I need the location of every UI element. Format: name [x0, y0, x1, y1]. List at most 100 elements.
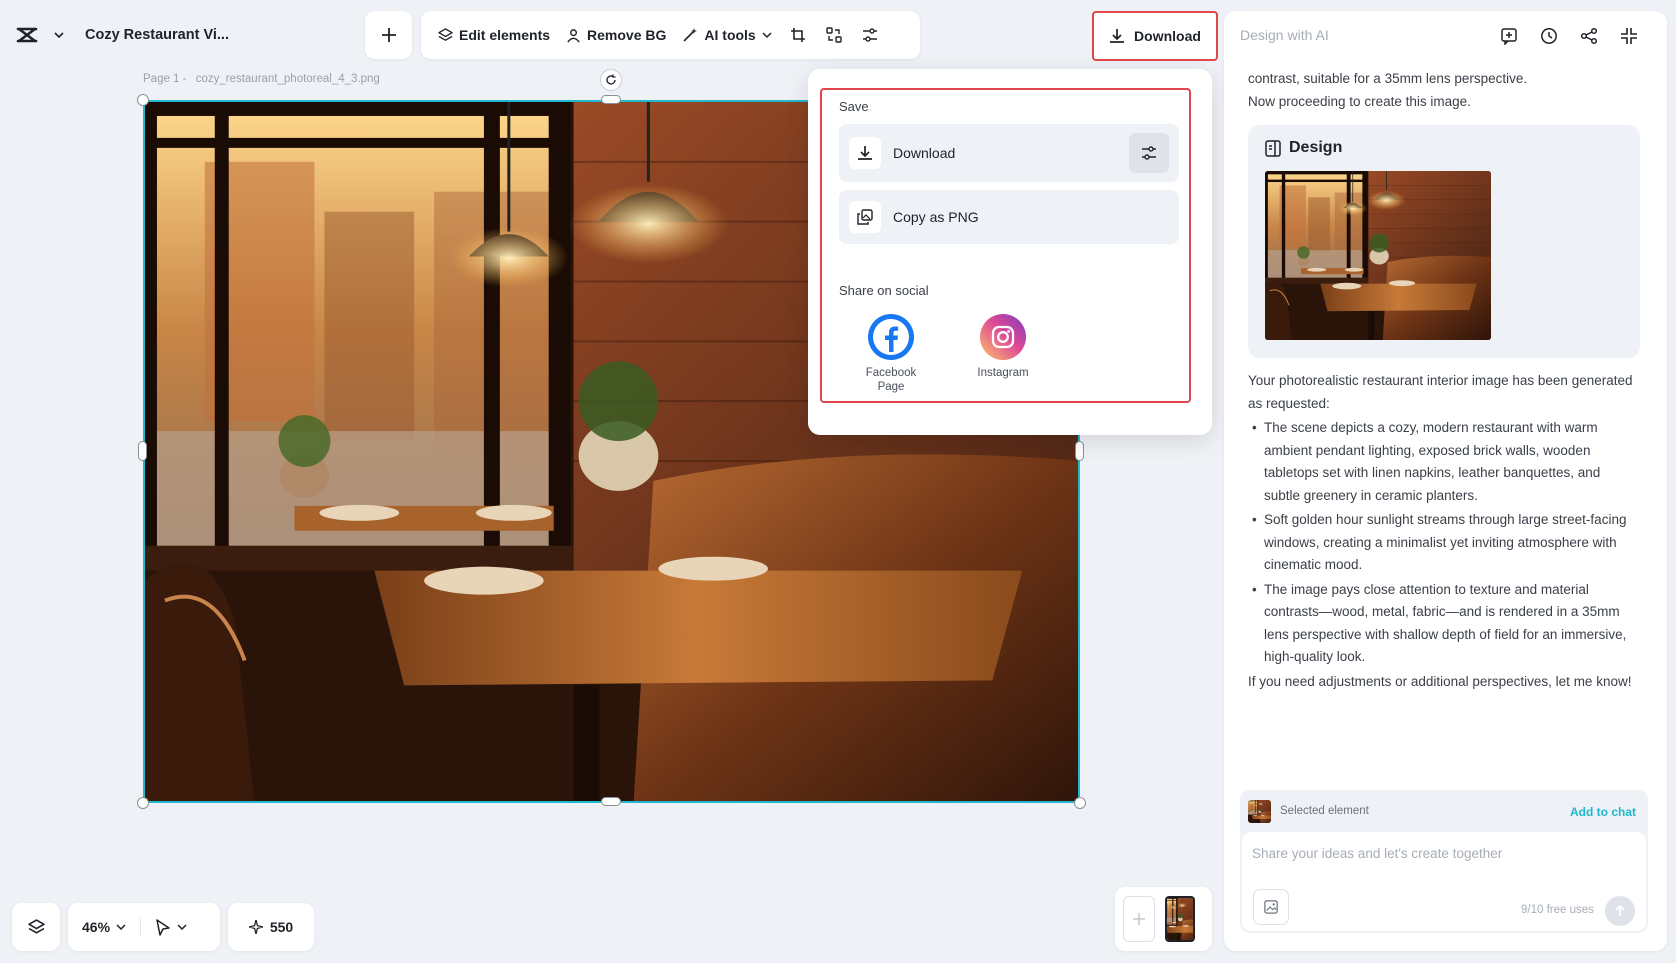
magic-wand-icon — [682, 27, 698, 43]
sliders-icon — [1141, 145, 1157, 161]
zoom-level[interactable]: 46% — [82, 919, 110, 935]
clock-icon — [1540, 27, 1558, 45]
list-item: Soft golden hour sunlight streams throug… — [1252, 509, 1638, 577]
ai-panel-title[interactable]: Design with AI — [1240, 27, 1329, 43]
ai-bullet-list: The scene depicts a cozy, modern restaur… — [1248, 417, 1638, 669]
chevron-down-icon — [54, 31, 64, 39]
copy-as-png-option[interactable]: Copy as PNG — [839, 190, 1179, 244]
resize-handle-left[interactable] — [138, 441, 147, 461]
add-page-button[interactable] — [1123, 896, 1155, 942]
collapse-panel-button[interactable] — [1615, 22, 1643, 50]
chat-input[interactable] — [1252, 846, 1632, 861]
design-icon — [1265, 139, 1281, 157]
ai-chat-messages: contrast, suitable for a 35mm lens persp… — [1248, 68, 1640, 693]
pointer-icon[interactable] — [155, 918, 171, 936]
design-thumbnail[interactable] — [1265, 171, 1491, 340]
design-card-header: Design — [1265, 139, 1623, 157]
ai-message-line: contrast, suitable for a 35mm lens persp… — [1248, 71, 1528, 86]
ai-summary: Your photorealistic restaurant interior … — [1248, 373, 1633, 411]
copy-image-icon — [849, 201, 881, 233]
project-title[interactable]: Cozy Restaurant Vi... — [85, 27, 229, 43]
facebook-icon — [868, 314, 914, 360]
new-chat-icon — [1500, 27, 1518, 45]
arrow-up-icon — [1614, 905, 1626, 917]
share-facebook-button[interactable]: Facebook Page — [851, 314, 931, 394]
download-icon — [1109, 28, 1125, 44]
free-uses-counter: 9/10 free uses — [1521, 904, 1594, 916]
chevron-down-icon[interactable] — [177, 923, 187, 931]
capcut-logo-icon — [16, 26, 38, 44]
new-chat-button[interactable] — [1495, 22, 1523, 50]
resize-handle-right[interactable] — [1075, 441, 1084, 461]
plus-icon — [381, 27, 397, 43]
selected-element-label: Selected element — [1280, 805, 1369, 817]
credits-button[interactable]: 550 — [228, 903, 314, 951]
design-result-card[interactable]: Design — [1248, 125, 1640, 358]
ai-message-line: Now proceeding to create this image. — [1248, 93, 1471, 109]
plus-icon — [1132, 912, 1146, 926]
person-icon — [566, 28, 581, 43]
download-icon — [849, 137, 881, 169]
edit-elements-button[interactable]: Edit elements — [431, 18, 557, 52]
layers-icon — [27, 918, 45, 936]
list-item: The scene depicts a cozy, modern restaur… — [1252, 417, 1638, 507]
edit-elements-label: Edit elements — [459, 27, 551, 43]
rotate-handle[interactable] — [600, 69, 622, 91]
rotate-icon — [605, 74, 617, 86]
layers-button[interactable] — [12, 903, 60, 951]
design-card-title: Design — [1289, 139, 1343, 156]
resize-handle-bottom-right[interactable] — [1074, 797, 1086, 809]
resize-handle-bottom-left[interactable] — [137, 797, 149, 809]
add-element-button[interactable] — [365, 11, 412, 59]
page-number-label: Page 1 - — [143, 73, 187, 85]
download-option-label: Download — [893, 145, 956, 161]
resize-handle-top[interactable] — [601, 95, 621, 104]
download-settings-button[interactable] — [1129, 133, 1169, 173]
add-to-chat-button[interactable]: Add to chat — [1570, 805, 1636, 819]
share-section-title: Share on social — [839, 283, 929, 298]
ai-tools-button[interactable]: AI tools — [675, 18, 778, 52]
list-item: The image pays close attention to textur… — [1252, 579, 1638, 669]
share-instagram-button[interactable]: Instagram — [963, 314, 1043, 380]
page-thumbnail[interactable] — [1165, 896, 1195, 942]
zoom-and-pointer-controls: 46% — [68, 903, 220, 951]
image-upload-icon — [1264, 900, 1278, 914]
resize-handle-bottom[interactable] — [601, 797, 621, 806]
sparkle-icon — [248, 920, 263, 934]
send-button[interactable] — [1605, 896, 1635, 926]
divider — [140, 917, 142, 937]
image-toolbar: Edit elements Remove BG AI tools — [421, 11, 920, 59]
collapse-icon — [1620, 27, 1638, 45]
swap-icon — [826, 27, 842, 43]
attach-image-button[interactable] — [1253, 889, 1289, 925]
chevron-down-icon[interactable] — [116, 923, 126, 931]
copy-as-png-label: Copy as PNG — [893, 209, 979, 225]
share-button[interactable] — [1575, 22, 1603, 50]
ai-closing-message: If you need adjustments or additional pe… — [1248, 673, 1632, 689]
replace-button[interactable] — [817, 18, 851, 52]
crop-icon — [790, 27, 806, 43]
facebook-label: Facebook Page — [865, 367, 917, 393]
chevron-down-icon — [762, 31, 772, 39]
resize-handle-top-left[interactable] — [137, 94, 149, 106]
credits-count: 550 — [269, 919, 294, 935]
history-button[interactable] — [1535, 22, 1563, 50]
app-menu-button[interactable] — [16, 22, 72, 48]
selected-element-thumbnail — [1248, 800, 1271, 823]
remove-bg-button[interactable]: Remove BG — [559, 18, 673, 52]
instagram-icon — [980, 314, 1026, 360]
adjust-button[interactable] — [853, 18, 887, 52]
page-label: Page 1 - cozy_restaurant_photoreal_4_3.p… — [143, 73, 386, 85]
save-section-title: Save — [839, 99, 869, 114]
download-button[interactable]: Download — [1092, 11, 1218, 61]
remove-bg-label: Remove BG — [587, 27, 667, 43]
download-button-label: Download — [1134, 28, 1201, 44]
download-option[interactable]: Download — [839, 124, 1179, 182]
crop-button[interactable] — [781, 18, 815, 52]
sliders-icon — [862, 27, 878, 43]
ai-tools-label: AI tools — [704, 27, 756, 43]
share-icon — [1580, 27, 1598, 45]
instagram-label: Instagram — [977, 367, 1029, 379]
file-name-label: cozy_restaurant_photoreal_4_3.png — [195, 73, 380, 85]
layers-icon — [438, 27, 453, 43]
